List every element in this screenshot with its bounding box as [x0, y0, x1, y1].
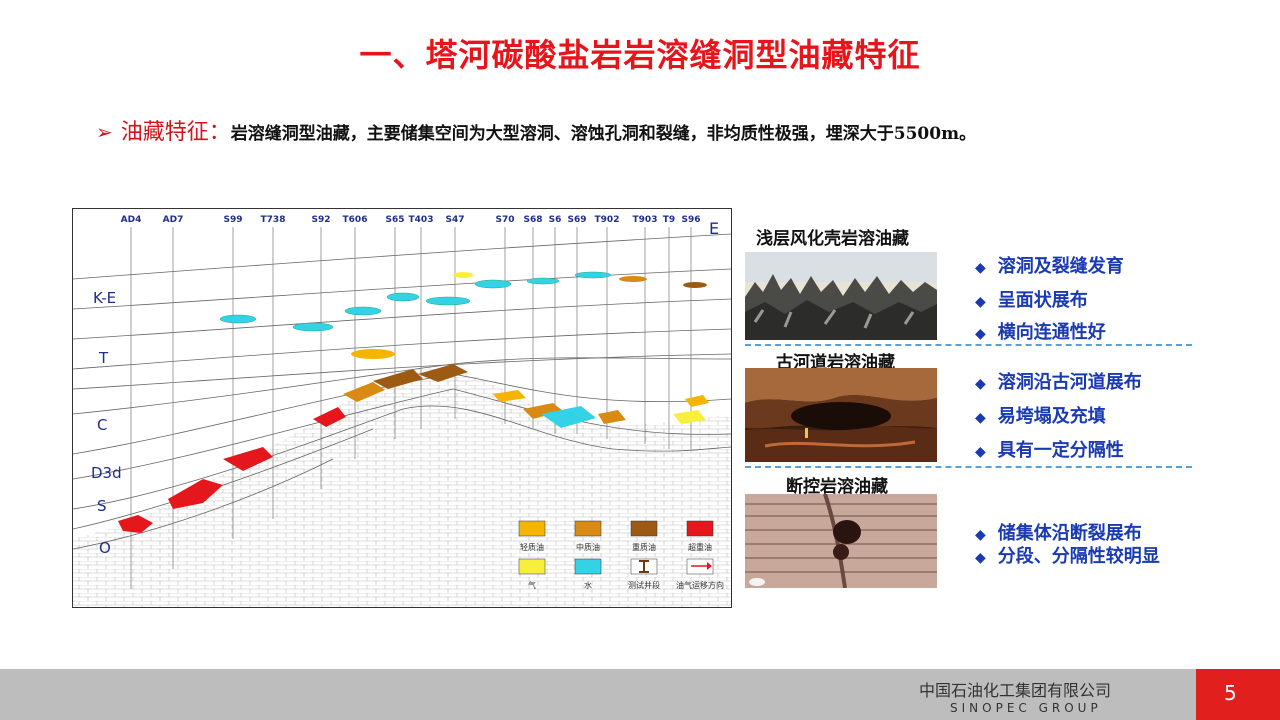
section-divider: [745, 344, 1192, 346]
page-title: 一、塔河碳酸盐岩岩溶缝洞型油藏特征: [359, 36, 921, 74]
feature-label: 油藏特征：: [120, 120, 231, 145]
paleochannel-cave-photo: [745, 368, 937, 462]
well-label-s6: S6: [548, 215, 562, 225]
legend-swatch-extra-heavy-oil: [686, 520, 714, 537]
legend-swatch-medium-oil: [574, 520, 602, 537]
direction-east-label: E: [709, 219, 720, 238]
bullet-cave-along-paleochannel: ◆ 溶洞沿古河道展布: [975, 372, 1142, 393]
legend-label-light-oil: 轻质油: [520, 543, 544, 552]
stratum-label-o: O: [99, 539, 111, 557]
section-title-weathering-crust: 浅层风化壳岩溶油藏: [756, 229, 909, 249]
fault-controlled-karst-photo: [745, 494, 937, 588]
diamond-bullet-icon: ◆: [975, 326, 986, 342]
upper-reservoir-lenses: [219, 271, 707, 359]
company-name-cn: 中国石油化工集团有限公司: [919, 681, 1112, 700]
legend-label-extra-heavy-oil: 超重油: [688, 543, 712, 552]
legend-label-test-interval: 测试井段: [628, 581, 660, 590]
stratum-label-k-e: K-E: [93, 289, 117, 307]
legend-label-gas: 气: [528, 581, 536, 590]
well-label-t606: T606: [342, 215, 368, 225]
bullet-cave-fracture-development: ◆ 溶洞及裂缝发育: [975, 256, 1124, 277]
legend-label-medium-oil: 中质油: [576, 543, 600, 552]
stratum-label-s: S: [97, 497, 107, 515]
legend-swatch-light-oil: [518, 520, 546, 537]
bullet-segmented: ◆ 分段、分隔性较明显: [975, 546, 1160, 567]
legend-label-migration: 油气运移方向: [676, 581, 724, 590]
page-number: 5: [1224, 681, 1237, 705]
legend-swatch-gas: [518, 558, 546, 575]
test-interval-icon: [630, 558, 658, 575]
arrow-bullet-icon: ➢: [96, 120, 113, 144]
well-label-s92: S92: [311, 215, 331, 225]
reservoir-feature: ➢ 油藏特征：岩溶缝洞型油藏，主要储集空间为大型溶洞、溶蚀孔洞和裂缝，非均质性极强…: [96, 114, 976, 146]
well-label-t903: T903: [632, 215, 658, 225]
bullet-compartmentalization: ◆ 具有一定分隔性: [975, 440, 1124, 461]
legend-swatch-water: [574, 558, 602, 575]
well-label-s47: S47: [445, 215, 465, 225]
diamond-bullet-icon: ◆: [975, 294, 986, 310]
migration-arrow-icon: [686, 558, 714, 575]
well-label-t738: T738: [260, 215, 286, 225]
stratum-label-d3d: D3d: [91, 464, 122, 482]
legend-label-water: 水: [584, 581, 592, 590]
bullet-planar-distribution: ◆ 呈面状展布: [975, 290, 1088, 311]
well-label-s99: S99: [223, 215, 243, 225]
diamond-bullet-icon: ◆: [975, 550, 986, 566]
well-label-t403: T403: [408, 215, 434, 225]
diamond-bullet-icon: ◆: [975, 410, 986, 426]
well-label-ad4: AD4: [120, 215, 142, 225]
diamond-bullet-icon: ◆: [975, 260, 986, 276]
footer: 中国石油化工集团有限公司 SINOPEC GROUP 5: [0, 669, 1280, 720]
well-label-s69: S69: [567, 215, 587, 225]
legend-label-heavy-oil: 重质油: [632, 543, 656, 552]
bullet-lateral-connectivity: ◆ 横向连通性好: [975, 322, 1106, 343]
diamond-bullet-icon: ◆: [975, 444, 986, 460]
legend-swatch-heavy-oil: [630, 520, 658, 537]
bullet-collapse-fill: ◆ 易垮塌及充填: [975, 406, 1106, 427]
well-label-s96: S96: [681, 215, 701, 225]
section-divider: [745, 466, 1192, 468]
stratum-label-t: T: [99, 349, 109, 367]
well-label-s65: S65: [385, 215, 405, 225]
feature-text: 岩溶缝洞型油藏，主要储集空间为大型溶洞、溶蚀孔洞和裂缝，非均质性极强，埋深大于5…: [230, 124, 977, 144]
company-name-en: SINOPEC GROUP: [950, 701, 1102, 715]
cross-section-diagram: AD4 AD7 S99 T738 S92 T606 S65 T403 S47 S70 S68 S6 S6…: [72, 208, 732, 608]
well-label-s68: S68: [523, 215, 543, 225]
stratum-label-c: C: [97, 416, 108, 434]
diamond-bullet-icon: ◆: [975, 376, 986, 392]
page-number-box: 5: [1196, 669, 1280, 720]
well-label-t902: T902: [594, 215, 620, 225]
well-label-t9: T9: [662, 215, 676, 225]
well-label-ad7: AD7: [162, 215, 184, 225]
weathering-crust-karst-photo: [745, 252, 937, 340]
well-label-s70: S70: [495, 215, 515, 225]
diamond-bullet-icon: ◆: [975, 527, 986, 543]
